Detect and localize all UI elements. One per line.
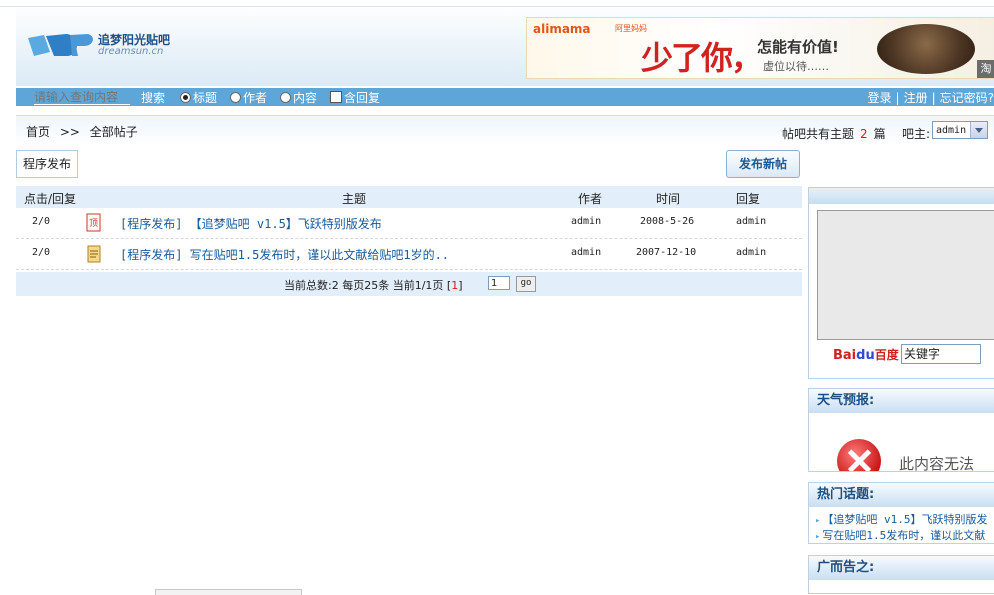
- logo-mark-icon: [26, 32, 96, 58]
- topic-table: 点击/回复 主题 作者 时间 回复 2/0 顶 [程序发布] 【追梦贴吧 v1.…: [16, 186, 802, 296]
- pager-text: 当前总数:2 每页25条 当前1/1页 [: [284, 279, 451, 292]
- weather-content: 此内容无法: [809, 413, 994, 471]
- baidu-logo-bai: Bai: [833, 348, 856, 363]
- weather-error-msg: 此内容无法: [899, 453, 974, 471]
- page-number-input[interactable]: 1: [488, 276, 510, 290]
- hot-topics-title: 热门话题:: [809, 483, 994, 507]
- pager-close: ]: [458, 279, 462, 292]
- row-last-reply[interactable]: admin: [736, 216, 766, 227]
- sidebar-ad-placeholder: [817, 210, 994, 340]
- banner-sub: 虚位以待……: [763, 58, 829, 74]
- baidu-logo: Baidu百度: [833, 346, 899, 363]
- baidu-keyword-input[interactable]: 关键字: [901, 344, 981, 364]
- radio-title-label: 标题: [193, 89, 217, 106]
- owner-label: 吧主:: [902, 125, 930, 142]
- header-clicks: 点击/回复: [24, 190, 76, 207]
- table-row: 2/0 顶 [程序发布] 【追梦贴吧 v1.5】飞跃特别版发布 admin 20…: [16, 208, 802, 239]
- radio-author[interactable]: [230, 92, 241, 103]
- table-header: 点击/回复 主题 作者 时间 回复: [16, 186, 802, 208]
- banner-corner-badge: 淘: [977, 60, 994, 78]
- breadcrumb-home[interactable]: 首页: [26, 125, 50, 139]
- radio-content-label: 内容: [293, 89, 317, 106]
- go-button[interactable]: go: [516, 276, 536, 292]
- search-button[interactable]: 搜索: [141, 89, 165, 106]
- radio-content[interactable]: [280, 92, 291, 103]
- login-link[interactable]: 登录: [868, 91, 892, 105]
- include-reply-label: 含回复: [344, 89, 380, 106]
- svg-text:顶: 顶: [89, 218, 98, 229]
- hot-topics-box: 热门话题: 【追梦贴吧 v1.5】飞跃特别版发 写在贴吧1.5发布时，谨以此文献: [808, 482, 994, 544]
- top-border: [0, 0, 994, 7]
- pager-summary: 当前总数:2 每页25条 当前1/1页 [1]: [284, 277, 462, 293]
- row-time: 2007-12-10: [636, 247, 696, 258]
- nav-bar: 搜索 标题 作者 内容 含回复 登录 | 注册 | 忘记密码?: [16, 88, 994, 106]
- pagination: 当前总数:2 每页25条 当前1/1页 [1] 1 go: [16, 272, 802, 296]
- banner-headline: 少了你，: [641, 33, 761, 79]
- owner-select[interactable]: admin: [932, 121, 988, 139]
- topic-link[interactable]: [程序发布] 写在贴吧1.5发布时，谨以此文献给贴吧1岁的..: [120, 246, 449, 263]
- site-logo[interactable]: 追梦阳光贴吧 dreamsun.cn: [26, 28, 186, 68]
- stats-prefix: 帖吧共有主题: [782, 127, 854, 141]
- row-time: 2008-5-26: [640, 216, 694, 227]
- pinned-topic-icon: 顶: [86, 213, 102, 233]
- topic-link[interactable]: [程序发布] 【追梦贴吧 v1.5】飞跃特别版发布: [120, 215, 382, 232]
- header-title: 主题: [342, 190, 366, 207]
- table-row: 2/0 [程序发布] 写在贴吧1.5发布时，谨以此文献给贴吧1岁的.. admi…: [16, 239, 802, 270]
- ad-banner[interactable]: alimama 阿里妈妈 少了你， 怎能有价值! 虚位以待…… 淘: [526, 17, 994, 79]
- error-icon: [837, 439, 881, 471]
- baidu-logo-du: du: [856, 348, 875, 363]
- row-last-reply[interactable]: admin: [736, 247, 766, 258]
- register-link[interactable]: 注册: [904, 91, 928, 105]
- banner-tagline: 怎能有价值!: [757, 36, 839, 57]
- breadcrumb: 首页 >> 全部帖子: [26, 123, 144, 140]
- radio-author-label: 作者: [243, 89, 267, 106]
- breadcrumb-bar: 首页 >> 全部帖子 帖吧共有主题 2篇 吧主: admin: [16, 115, 994, 146]
- row-author[interactable]: admin: [571, 216, 601, 227]
- sidebar-strip: [809, 188, 994, 204]
- row-clicks: 2/0: [32, 216, 50, 227]
- stats-suffix: 篇: [874, 127, 886, 141]
- logo-subtitle: dreamsun.cn: [98, 46, 163, 57]
- topic-note-icon: [86, 244, 102, 264]
- owner-selected-value: admin: [936, 125, 966, 136]
- chevron-down-icon[interactable]: [970, 122, 987, 138]
- forgot-password-link[interactable]: 忘记密码?: [940, 91, 994, 105]
- topic-count: 2: [860, 127, 868, 141]
- site-header: 追梦阳光贴吧 dreamsun.cn alimama 阿里妈妈 少了你， 怎能有…: [16, 8, 994, 86]
- ads-box: 广而告之:: [808, 555, 994, 594]
- separator: |: [896, 91, 900, 105]
- header-author: 作者: [578, 190, 602, 207]
- ads-title: 广而告之:: [809, 556, 994, 580]
- banner-brand: alimama: [533, 22, 591, 36]
- breadcrumb-current: 全部帖子: [90, 125, 138, 139]
- weather-title: 天气预报:: [809, 389, 994, 413]
- topic-stats: 帖吧共有主题 2篇: [782, 125, 886, 142]
- separator: |: [932, 91, 936, 105]
- nest-image: [877, 24, 975, 74]
- hot-topic-link[interactable]: 写在贴吧1.5发布时，谨以此文献: [815, 527, 993, 543]
- row-clicks: 2/0: [32, 247, 50, 258]
- hot-topic-link[interactable]: 【追梦贴吧 v1.5】飞跃特别版发: [815, 511, 993, 527]
- weather-box: 天气预报: 此内容无法: [808, 388, 994, 472]
- horizontal-scrollbar[interactable]: [155, 589, 302, 595]
- search-input[interactable]: [34, 90, 130, 105]
- program-release-button[interactable]: 程序发布: [16, 150, 78, 178]
- include-reply-checkbox[interactable]: [330, 91, 342, 103]
- header-time: 时间: [656, 190, 680, 207]
- row-author[interactable]: admin: [571, 247, 601, 258]
- account-links: 登录 | 注册 | 忘记密码?: [868, 89, 994, 106]
- radio-title[interactable]: [180, 92, 191, 103]
- new-post-button[interactable]: 发布新帖: [726, 150, 800, 178]
- baidu-logo-cn: 百度: [875, 348, 899, 362]
- header-reply: 回复: [736, 190, 760, 207]
- sidebar-search-box: Baidu百度 关键字: [808, 187, 994, 379]
- breadcrumb-separator: >>: [60, 125, 80, 139]
